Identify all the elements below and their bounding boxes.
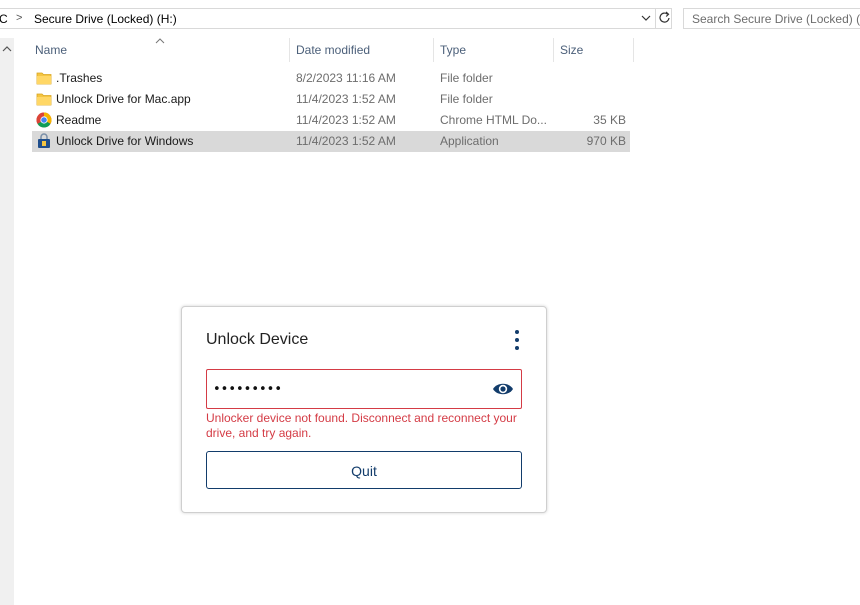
- file-name: Unlock Drive for Mac.app: [56, 92, 191, 106]
- navigation-pane-scrollbar[interactable]: [0, 38, 14, 605]
- file-name: Readme: [56, 113, 102, 127]
- file-date: 8/2/2023 11:16 AM: [296, 71, 396, 85]
- column-header-name[interactable]: Name: [35, 38, 67, 62]
- breadcrumb-pc[interactable]: PC: [0, 12, 8, 26]
- file-date: 11/4/2023 1:52 AM: [296, 134, 396, 148]
- column-header-size[interactable]: Size: [560, 38, 583, 62]
- show-password-eye-icon[interactable]: [491, 379, 515, 399]
- file-type: Chrome HTML Do...: [440, 113, 547, 127]
- column-divider[interactable]: [553, 38, 554, 62]
- file-row[interactable]: Unlock Drive for Windows 11/4/2023 1:52 …: [32, 131, 630, 152]
- address-toolbar: PC > Secure Drive (Locked) (H:): [0, 0, 860, 38]
- file-row[interactable]: .Trashes 8/2/2023 11:16 AM File folder: [32, 68, 630, 89]
- refresh-icon[interactable]: [655, 8, 673, 29]
- search-box[interactable]: [683, 8, 860, 29]
- file-size: 970 KB: [586, 134, 626, 148]
- column-divider[interactable]: [433, 38, 434, 62]
- file-name: Unlock Drive for Windows: [56, 134, 194, 148]
- column-header-date[interactable]: Date modified: [296, 38, 370, 62]
- more-options-icon[interactable]: [509, 328, 525, 352]
- dialog-title: Unlock Device: [206, 331, 309, 348]
- file-type: File folder: [440, 92, 493, 106]
- password-field[interactable]: [206, 369, 522, 409]
- folder-icon: [36, 70, 52, 86]
- password-input[interactable]: [213, 378, 483, 400]
- file-name: .Trashes: [56, 71, 103, 85]
- chevron-down-icon[interactable]: [639, 11, 653, 26]
- file-row[interactable]: Unlock Drive for Mac.app 11/4/2023 1:52 …: [32, 89, 630, 110]
- column-header-type[interactable]: Type: [440, 38, 466, 62]
- column-divider[interactable]: [289, 38, 290, 62]
- file-type: File folder: [440, 71, 493, 85]
- file-date: 11/4/2023 1:52 AM: [296, 113, 396, 127]
- folder-icon: [36, 91, 52, 107]
- file-size: 35 KB: [593, 113, 626, 127]
- file-type: Application: [440, 134, 499, 148]
- quit-button[interactable]: Quit: [206, 451, 522, 489]
- breadcrumb-drive[interactable]: Secure Drive (Locked) (H:): [34, 12, 177, 26]
- file-date: 11/4/2023 1:52 AM: [296, 92, 396, 106]
- sort-ascending-icon: [155, 33, 165, 47]
- chrome-icon: [36, 112, 52, 128]
- error-message: Unlocker device not found. Disconnect an…: [206, 411, 517, 440]
- file-row[interactable]: Readme 11/4/2023 1:52 AM Chrome HTML Do.…: [32, 110, 630, 131]
- application-lock-icon: [36, 133, 52, 149]
- breadcrumb-separator[interactable]: >: [16, 12, 22, 24]
- address-bar[interactable]: PC > Secure Drive (Locked) (H:): [0, 8, 672, 29]
- column-divider[interactable]: [633, 38, 634, 62]
- search-input[interactable]: [684, 9, 860, 28]
- unlock-dialog: Unlock Device Unlocker device not found.…: [181, 306, 547, 513]
- scroll-up-icon[interactable]: [2, 42, 12, 56]
